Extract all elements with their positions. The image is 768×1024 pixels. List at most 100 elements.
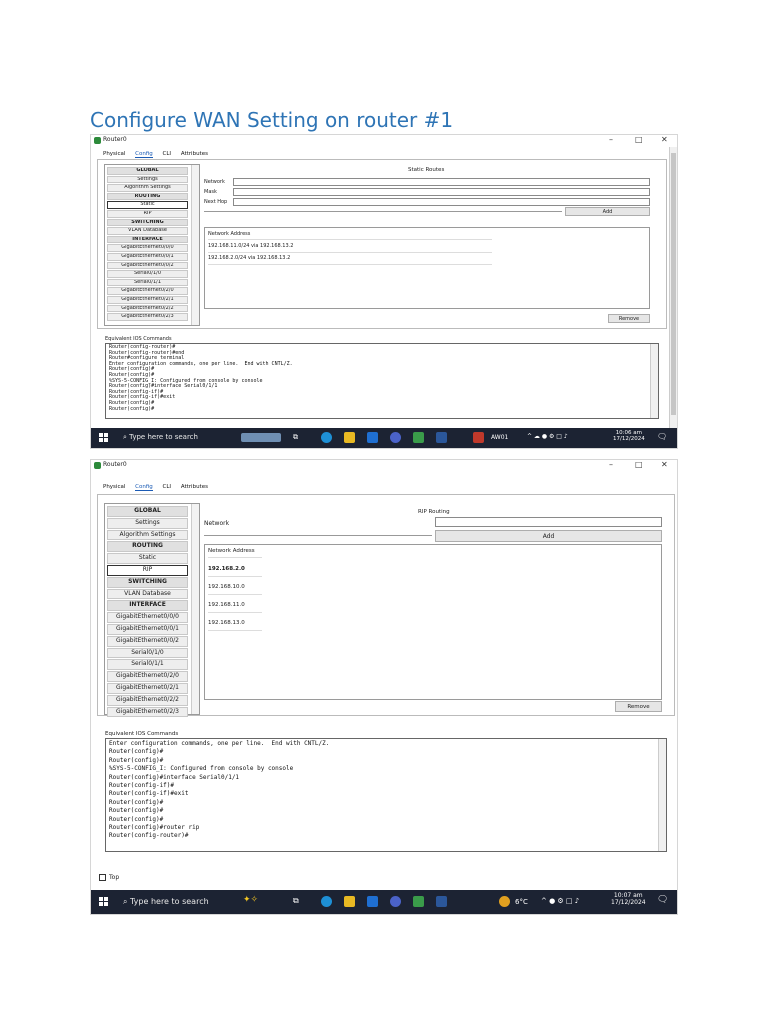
edge-icon[interactable] [321,896,332,907]
config-sidebar: GLOBAL Settings Algorithm Settings ROUTING S… [104,164,200,326]
packet-tracer-taskbar-icon[interactable] [413,432,424,443]
sidebar-item-gigabitethernet0-2-1[interactable]: GigabitEthernet0/2/1 [107,295,188,304]
divider [204,211,562,212]
sidebar-item-serial0-1-1[interactable]: Serial0/1/1 [107,659,188,671]
sidebar-item-gigabitethernet0-2-2[interactable]: GigabitEthernet0/2/2 [107,694,188,706]
sidebar-item-gigabitethernet0-0-2[interactable]: GigabitEthernet0/0/2 [107,635,188,647]
add-button[interactable]: Add [435,530,662,542]
sidebar-item-serial0-1-1[interactable]: Serial0/1/1 [107,278,188,287]
scrollbar-thumb[interactable] [671,153,676,415]
teams-icon[interactable] [390,432,401,443]
sidebar-item-serial0-1-0[interactable]: Serial0/1/0 [107,647,188,659]
system-tray-icons[interactable]: ^ ☁ ● ⚙ □ ♪ [527,433,568,440]
mask-input[interactable] [233,188,650,196]
file-explorer-icon[interactable] [344,432,355,443]
notification-icon[interactable]: 🗨 [657,895,668,905]
sidebar-item-gigabitethernet0-2-2[interactable]: GigabitEthernet0/2/2 [107,304,188,313]
sidebar-item-serial0-1-0[interactable]: Serial0/1/0 [107,270,188,278]
word-icon[interactable] [436,896,447,907]
sidebar-item-settings[interactable]: Settings [107,517,188,529]
config-panel: GLOBAL Settings Algorithm Settings ROUTING S… [97,159,667,329]
ios-console[interactable]: Enter configuration commands, one per li… [105,738,667,852]
top-checkbox[interactable] [99,874,106,881]
sidebar-item-rip[interactable]: RIP [107,209,188,218]
sidebar-item-list: GLOBAL Settings Algorithm Settings ROUTING S… [105,167,190,322]
console-line: Router(config)#router rip [109,824,200,832]
sidebar-item-gigabitethernet0-0-1[interactable]: GigabitEthernet0/0/1 [107,623,188,635]
tab-cli[interactable]: CLI [163,151,172,157]
sidebar-item-static[interactable]: Static [107,201,188,209]
sidebar-item-gigabitethernet0-2-0[interactable]: GigabitEthernet0/2/0 [107,287,188,295]
tab-attributes[interactable]: Attributes [181,151,208,157]
taskbar-search[interactable]: ⌕ Type here to search [123,433,198,442]
sidebar-item-algorithm-settings[interactable]: Algorithm Settings [107,184,188,192]
console-scrollbar[interactable] [658,739,666,851]
next-hop-input[interactable] [233,198,650,206]
teams-icon[interactable] [390,896,401,907]
network-row[interactable]: 192.168.13.0 [208,616,262,631]
network-row[interactable]: 192.168.2.0 [208,562,262,577]
task-view-icon[interactable]: ⧉ [293,433,298,442]
ios-console[interactable]: Router(config-router)# Router(config-rout… [105,343,659,419]
remove-button[interactable]: Remove [608,314,650,323]
rip-network-input[interactable] [435,517,662,527]
sidebar-item-static[interactable]: Static [107,553,188,564]
sidebar-item-settings[interactable]: Settings [107,175,188,184]
tab-physical[interactable]: Physical [103,484,125,490]
maximize-button[interactable]: □ [635,135,643,145]
sidebar-item-gigabitethernet0-0-1[interactable]: GigabitEthernet0/0/1 [107,252,188,261]
sidebar-item-gigabitethernet0-2-3[interactable]: GigabitEthernet0/2/3 [107,706,188,718]
console-scrollbar[interactable] [650,344,658,418]
windows-start-icon[interactable] [99,433,109,443]
notification-icon[interactable]: 🗨 [657,432,667,441]
system-tray-icons[interactable]: ^ ● ⚙ □ ♪ [541,897,579,905]
network-row[interactable]: 192.168.10.0 [208,580,262,595]
search-icon: ⌕ [123,433,127,441]
network-row[interactable]: 192.168.11.0 [208,598,262,613]
sidebar-item-gigabitethernet0-0-2[interactable]: GigabitEthernet0/0/2 [107,261,188,270]
sidebar-item-gigabitethernet0-2-0[interactable]: GigabitEthernet0/2/0 [107,671,188,682]
weather-text[interactable]: 6°C [515,898,528,906]
ios-commands-label: Equivalent IOS Commands [105,336,172,342]
outlook-icon[interactable] [367,896,378,907]
clock-date: 17/12/2024 [611,898,646,906]
tab-config[interactable]: Config [135,151,153,158]
close-button[interactable]: ✕ [661,460,668,470]
network-input[interactable] [233,178,650,186]
close-button[interactable]: ✕ [661,135,668,145]
tab-config[interactable]: Config [135,484,153,491]
sidebar-scrollbar[interactable] [191,504,199,714]
tab-attributes[interactable]: Attributes [181,484,208,490]
weather-text[interactable]: AW01 [491,434,508,441]
maximize-button[interactable]: □ [635,460,643,470]
minimize-button[interactable]: – [609,460,613,470]
sidebar-item-gigabitethernet0-2-1[interactable]: GigabitEthernet0/2/1 [107,682,188,694]
window-scrollbar[interactable] [669,147,677,430]
sidebar-item-vlan-database[interactable]: VLAN Database [107,588,188,600]
sidebar-item-gigabitethernet0-0-0[interactable]: GigabitEthernet0/0/0 [107,244,188,252]
windows-start-icon[interactable] [99,897,109,907]
word-icon[interactable] [436,432,447,443]
file-explorer-icon[interactable] [344,896,355,907]
panel-title: RIP Routing [418,509,450,515]
sidebar-scrollbar[interactable] [191,165,199,325]
sidebar-item-algorithm-settings[interactable]: Algorithm Settings [107,529,188,541]
task-view-icon[interactable]: ⧉ [293,896,299,906]
sidebar-item-vlan-database[interactable]: VLAN Database [107,227,188,235]
sidebar-item-rip[interactable]: RIP [107,564,188,576]
taskbar-clock[interactable]: 10:06 am 17/12/2024 [613,430,645,442]
route-row[interactable]: 192.168.2.0/24 via 192.168.13.2 [208,252,492,265]
packet-tracer-taskbar-icon[interactable] [413,896,424,907]
add-button[interactable]: Add [565,207,650,216]
minimize-button[interactable]: – [609,135,613,145]
remove-button[interactable]: Remove [615,701,662,712]
outlook-icon[interactable] [367,432,378,443]
windows-taskbar: ⌕ Type here to search ✦✧ ⧉ 6°C ^ ● ⚙ □ ♪… [91,890,677,914]
tab-cli[interactable]: CLI [163,484,172,490]
taskbar-clock[interactable]: 10:07 am 17/12/2024 [611,892,646,906]
sidebar-item-gigabitethernet0-2-3[interactable]: GigabitEthernet0/2/3 [107,313,188,321]
tab-physical[interactable]: Physical [103,151,125,157]
edge-icon[interactable] [321,432,332,443]
taskbar-search[interactable]: ⌕ Type here to search [123,897,209,907]
sidebar-item-gigabitethernet0-0-0[interactable]: GigabitEthernet0/0/0 [107,612,188,623]
